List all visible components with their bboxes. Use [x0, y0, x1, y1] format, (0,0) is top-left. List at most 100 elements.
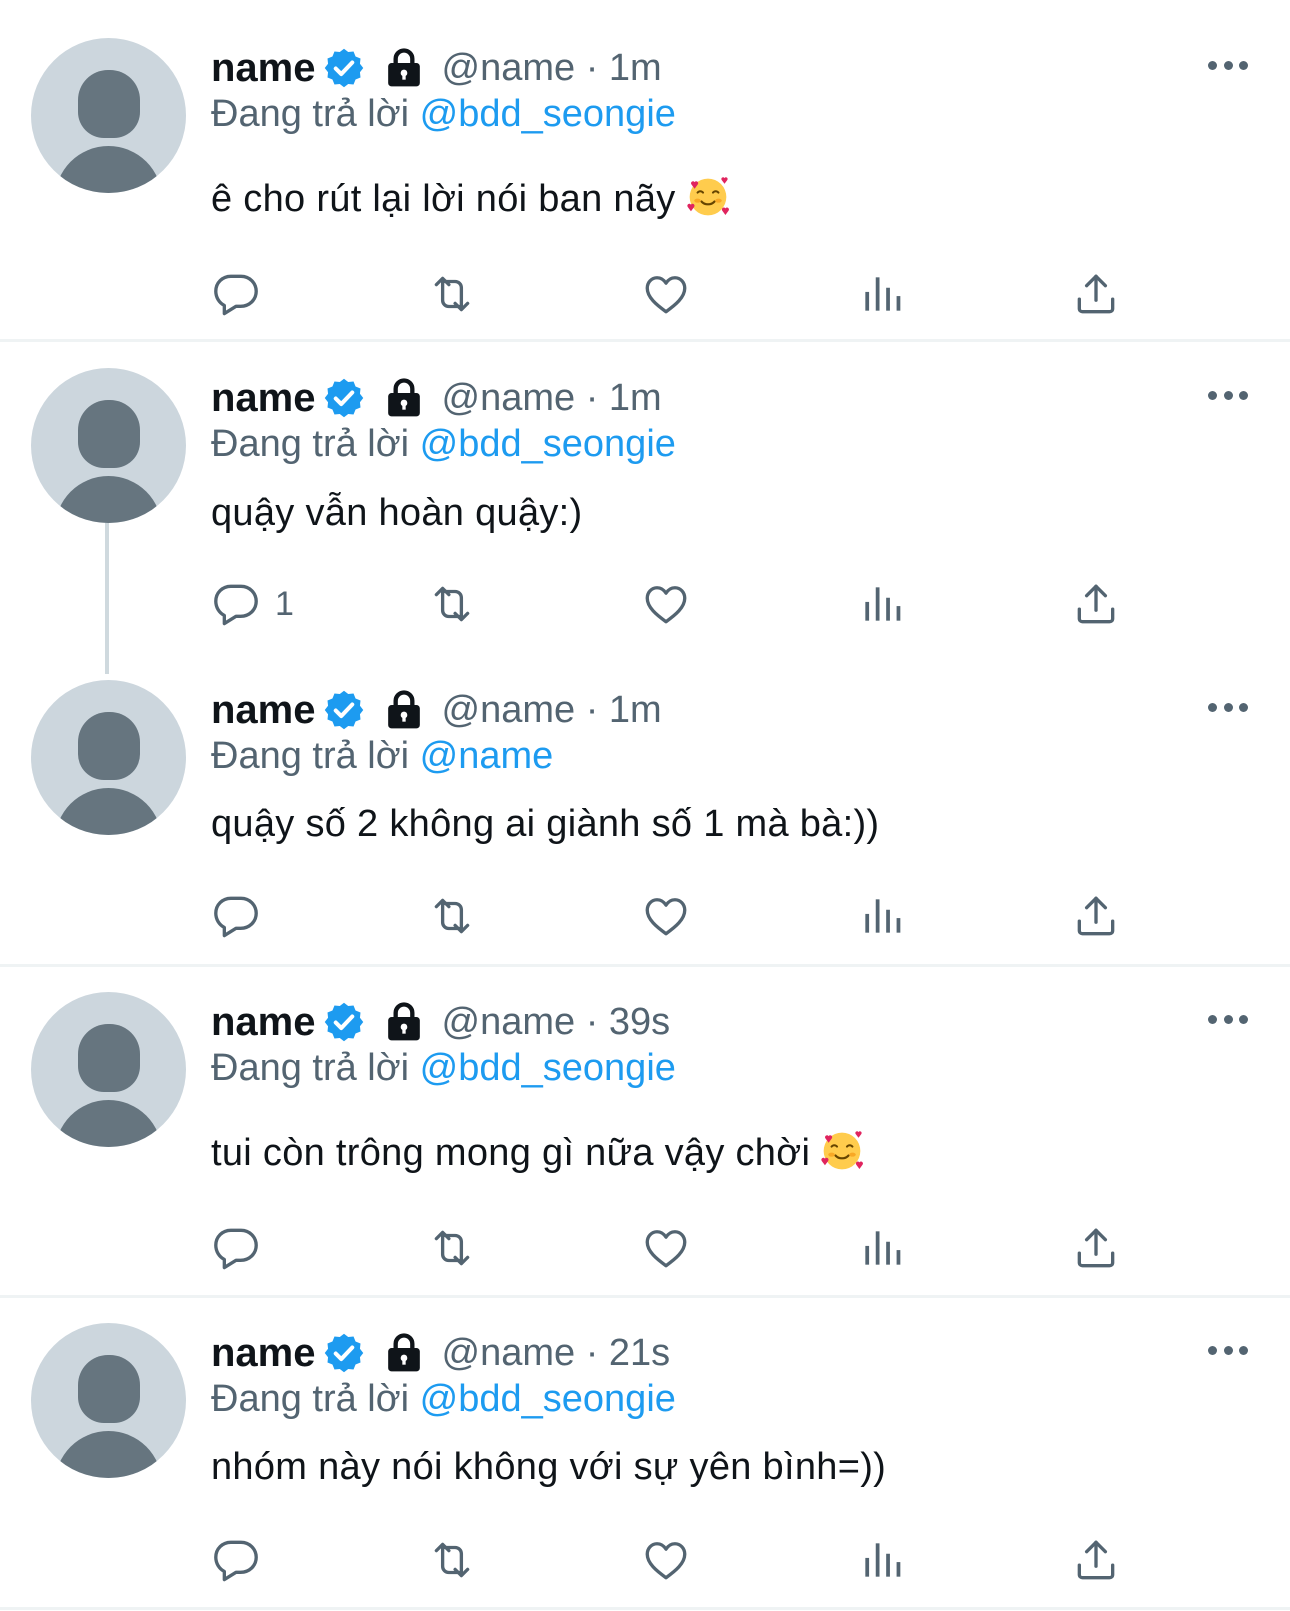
tweet-header: name @name · 39s [211, 997, 670, 1047]
like-button[interactable] [641, 1534, 691, 1586]
smiling-face-with-hearts-emoji [820, 1129, 864, 1173]
retweet-icon [427, 891, 477, 941]
reply-button[interactable] [211, 268, 261, 320]
display-name[interactable]: name [211, 46, 316, 91]
reply-button[interactable] [211, 890, 261, 942]
replying-to: Đang trả lời @bdd_seongie [211, 423, 676, 465]
handle-and-time: @name · 39s [441, 1000, 671, 1043]
share-button[interactable] [1071, 1222, 1121, 1274]
like-button[interactable] [641, 1222, 691, 1274]
tweet-text: ê cho rút lại lời nói ban nãy [211, 175, 730, 221]
more-icon[interactable] [1208, 1012, 1248, 1026]
replying-to: Đang trả lời @bdd_seongie [211, 1378, 676, 1420]
tweet[interactable]: name @name · 39s Đang trả lời @bdd_seong… [0, 967, 1290, 1297]
tweet[interactable]: name @name · 21s Đang trả lời @bdd_seong… [0, 1298, 1290, 1611]
like-button[interactable] [641, 268, 691, 320]
tweet[interactable]: name @name · 1m Đang trả lời @bdd_seongi… [0, 342, 1290, 652]
reply-icon [211, 269, 261, 319]
tweet[interactable]: name @name · 1m Đang trả lời @bdd_seongi… [0, 0, 1290, 340]
display-name[interactable]: name [211, 376, 316, 421]
views-button[interactable] [857, 578, 907, 630]
reply-count: 1 [275, 584, 294, 623]
like-icon [641, 1223, 691, 1273]
retweet-icon [427, 579, 477, 629]
verified-badge-icon [322, 1331, 366, 1375]
action-bar [211, 890, 1131, 942]
like-icon [641, 269, 691, 319]
avatar[interactable] [31, 368, 186, 523]
lock-icon [384, 376, 424, 420]
tweet-header: name @name · 1m [211, 373, 662, 423]
action-bar [211, 1222, 1131, 1274]
verified-badge-icon [322, 46, 366, 90]
reply-icon [211, 891, 261, 941]
views-button[interactable] [857, 268, 907, 320]
display-name[interactable]: name [211, 1331, 316, 1376]
handle-and-time: @name · 1m [441, 46, 662, 89]
more-icon[interactable] [1208, 1343, 1248, 1357]
reply-button[interactable]: 1 [211, 578, 294, 630]
reply-button[interactable] [211, 1222, 261, 1274]
views-icon [857, 269, 907, 319]
lock-icon [384, 1000, 424, 1044]
reply-mention-link[interactable]: @bdd_seongie [420, 1378, 676, 1420]
avatar[interactable] [31, 680, 186, 835]
reply-button[interactable] [211, 1534, 261, 1586]
lock-icon [384, 46, 424, 90]
retweet-button[interactable] [427, 890, 477, 942]
reply-mention-link[interactable]: @bdd_seongie [420, 423, 676, 465]
views-icon [857, 1535, 907, 1585]
share-button[interactable] [1071, 890, 1121, 942]
share-icon [1071, 891, 1121, 941]
like-icon [641, 579, 691, 629]
retweet-icon [427, 1223, 477, 1273]
views-icon [857, 579, 907, 629]
share-button[interactable] [1071, 268, 1121, 320]
reply-mention-link[interactable]: @bdd_seongie [420, 1047, 676, 1089]
share-button[interactable] [1071, 1534, 1121, 1586]
display-name[interactable]: name [211, 1000, 316, 1045]
views-button[interactable] [857, 1222, 907, 1274]
divider [0, 1607, 1290, 1610]
lock-icon [384, 1331, 424, 1375]
reply-icon [211, 1223, 261, 1273]
retweet-button[interactable] [427, 1534, 477, 1586]
tweet-text: quậy số 2 không ai giành số 1 mà bà:)) [211, 803, 880, 845]
like-button[interactable] [641, 890, 691, 942]
reply-mention-link[interactable]: @name [420, 735, 554, 777]
like-icon [641, 1535, 691, 1585]
share-icon [1071, 579, 1121, 629]
avatar[interactable] [31, 1323, 186, 1478]
retweet-button[interactable] [427, 1222, 477, 1274]
like-button[interactable] [641, 578, 691, 630]
like-icon [641, 891, 691, 941]
display-name[interactable]: name [211, 688, 316, 733]
action-bar: 1 [211, 578, 1131, 630]
views-icon [857, 891, 907, 941]
share-icon [1071, 1223, 1121, 1273]
reply-mention-link[interactable]: @bdd_seongie [420, 93, 676, 135]
avatar[interactable] [31, 38, 186, 193]
views-icon [857, 1223, 907, 1273]
more-icon[interactable] [1208, 388, 1248, 402]
tweet[interactable]: name @name · 1m Đang trả lời @name quậy … [0, 652, 1290, 964]
avatar[interactable] [31, 992, 186, 1147]
more-icon[interactable] [1208, 58, 1248, 72]
views-button[interactable] [857, 1534, 907, 1586]
views-button[interactable] [857, 890, 907, 942]
handle-and-time: @name · 1m [441, 376, 662, 419]
retweet-icon [427, 269, 477, 319]
tweet-text: quậy vẫn hoàn quậy:) [211, 492, 583, 534]
verified-badge-icon [322, 1000, 366, 1044]
more-icon[interactable] [1208, 700, 1248, 714]
tweet-text: tui còn trông mong gì nữa vậy chời [211, 1129, 864, 1175]
handle-and-time: @name · 1m [441, 688, 662, 731]
share-button[interactable] [1071, 578, 1121, 630]
verified-badge-icon [322, 376, 366, 420]
retweet-button[interactable] [427, 578, 477, 630]
action-bar [211, 1534, 1131, 1586]
replying-to: Đang trả lời @name [211, 735, 554, 777]
retweet-icon [427, 1535, 477, 1585]
share-icon [1071, 269, 1121, 319]
retweet-button[interactable] [427, 268, 477, 320]
